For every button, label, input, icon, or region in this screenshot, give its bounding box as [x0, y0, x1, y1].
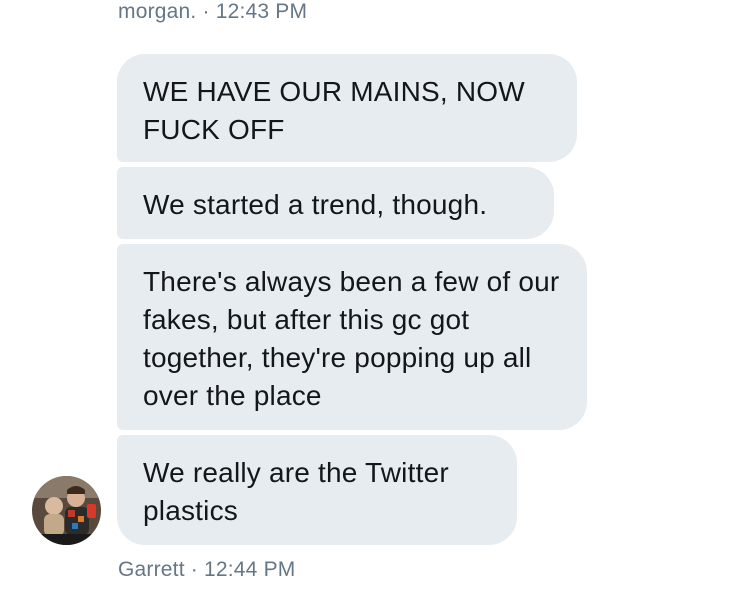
sender-timestamp-top: morgan. · 12:43 PM — [118, 0, 308, 23]
user-avatar-photo-icon — [32, 476, 101, 545]
message-bubble[interactable]: There's always been a few of our fakes, … — [117, 244, 587, 430]
message-bubble[interactable]: WE HAVE OUR MAINS, NOW FUCK OFF — [117, 54, 577, 162]
message-text: There's always been a few of our fakes, … — [143, 266, 560, 411]
message-text: WE HAVE OUR MAINS, NOW FUCK OFF — [143, 76, 525, 145]
user-avatar[interactable] — [32, 476, 101, 545]
message-text: We really are the Twitter plastics — [143, 457, 449, 526]
sender-timestamp-bottom: Garrett · 12:44 PM — [118, 558, 296, 581]
message-bubble[interactable]: We really are the Twitter plastics — [117, 435, 517, 545]
message-text: We started a trend, though. — [143, 189, 488, 220]
message-bubble[interactable]: We started a trend, though. — [117, 167, 554, 239]
dm-thread: morgan. · 12:43 PM WE HAVE OUR MAINS, NO… — [0, 0, 750, 594]
